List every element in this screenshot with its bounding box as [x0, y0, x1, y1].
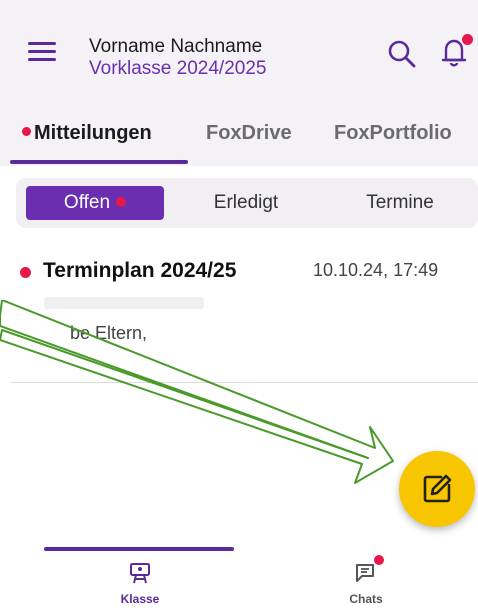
unread-dot: [20, 267, 31, 278]
filter-erledigt[interactable]: Erledigt: [184, 186, 308, 220]
list-divider: [10, 382, 478, 383]
filter-offen[interactable]: Offen: [26, 186, 164, 220]
nav-klasse[interactable]: Klasse: [40, 547, 240, 610]
nav-label: Klasse: [120, 592, 160, 606]
filter-segment: Offen Erledigt Termine: [16, 178, 478, 228]
unread-dot: [374, 555, 384, 565]
tab-mitteilungen[interactable]: Mitteilungen: [22, 122, 152, 145]
unread-dot: [22, 127, 31, 136]
search-icon[interactable]: [386, 38, 418, 70]
bell-icon[interactable]: [438, 34, 473, 70]
message-sender-redacted: [44, 297, 204, 309]
tab-bar: Mitteilungen FoxDrive FoxPortfolio: [0, 100, 478, 166]
class-name[interactable]: Vorklasse 2024/2025: [89, 58, 266, 80]
notification-badge: [462, 34, 473, 45]
nav-label: Chats: [349, 592, 383, 606]
menu-icon[interactable]: [28, 40, 58, 64]
unread-dot: [116, 197, 127, 207]
class-board-icon: [130, 563, 150, 584]
chat-icon: [356, 564, 374, 582]
compose-button[interactable]: [399, 451, 475, 527]
message-preview: be Eltern,: [70, 323, 148, 343]
bottom-navigation: Klasse Chats: [0, 547, 478, 610]
filter-termine[interactable]: Termine: [336, 186, 464, 220]
filter-label: Offen: [63, 192, 111, 213]
nav-chats[interactable]: Chats: [266, 547, 466, 610]
app-header: Vorname Nachname Vorklasse 2024/2025: [0, 0, 478, 100]
message-list-item[interactable]: Terminplan 2024/25 10.10.24, 17:49 be El…: [0, 245, 478, 383]
edit-icon: [423, 474, 452, 503]
message-title: Terminplan 2024/25: [43, 259, 237, 282]
message-date: 10.10.24, 17:49: [313, 260, 439, 280]
user-name: Vorname Nachname: [89, 36, 263, 57]
tab-foxdrive[interactable]: FoxDrive: [206, 122, 292, 145]
active-tab-indicator: [10, 160, 188, 164]
tab-foxportfolio[interactable]: FoxPortfolio: [334, 122, 452, 145]
tab-label: Mitteilungen: [34, 122, 152, 144]
